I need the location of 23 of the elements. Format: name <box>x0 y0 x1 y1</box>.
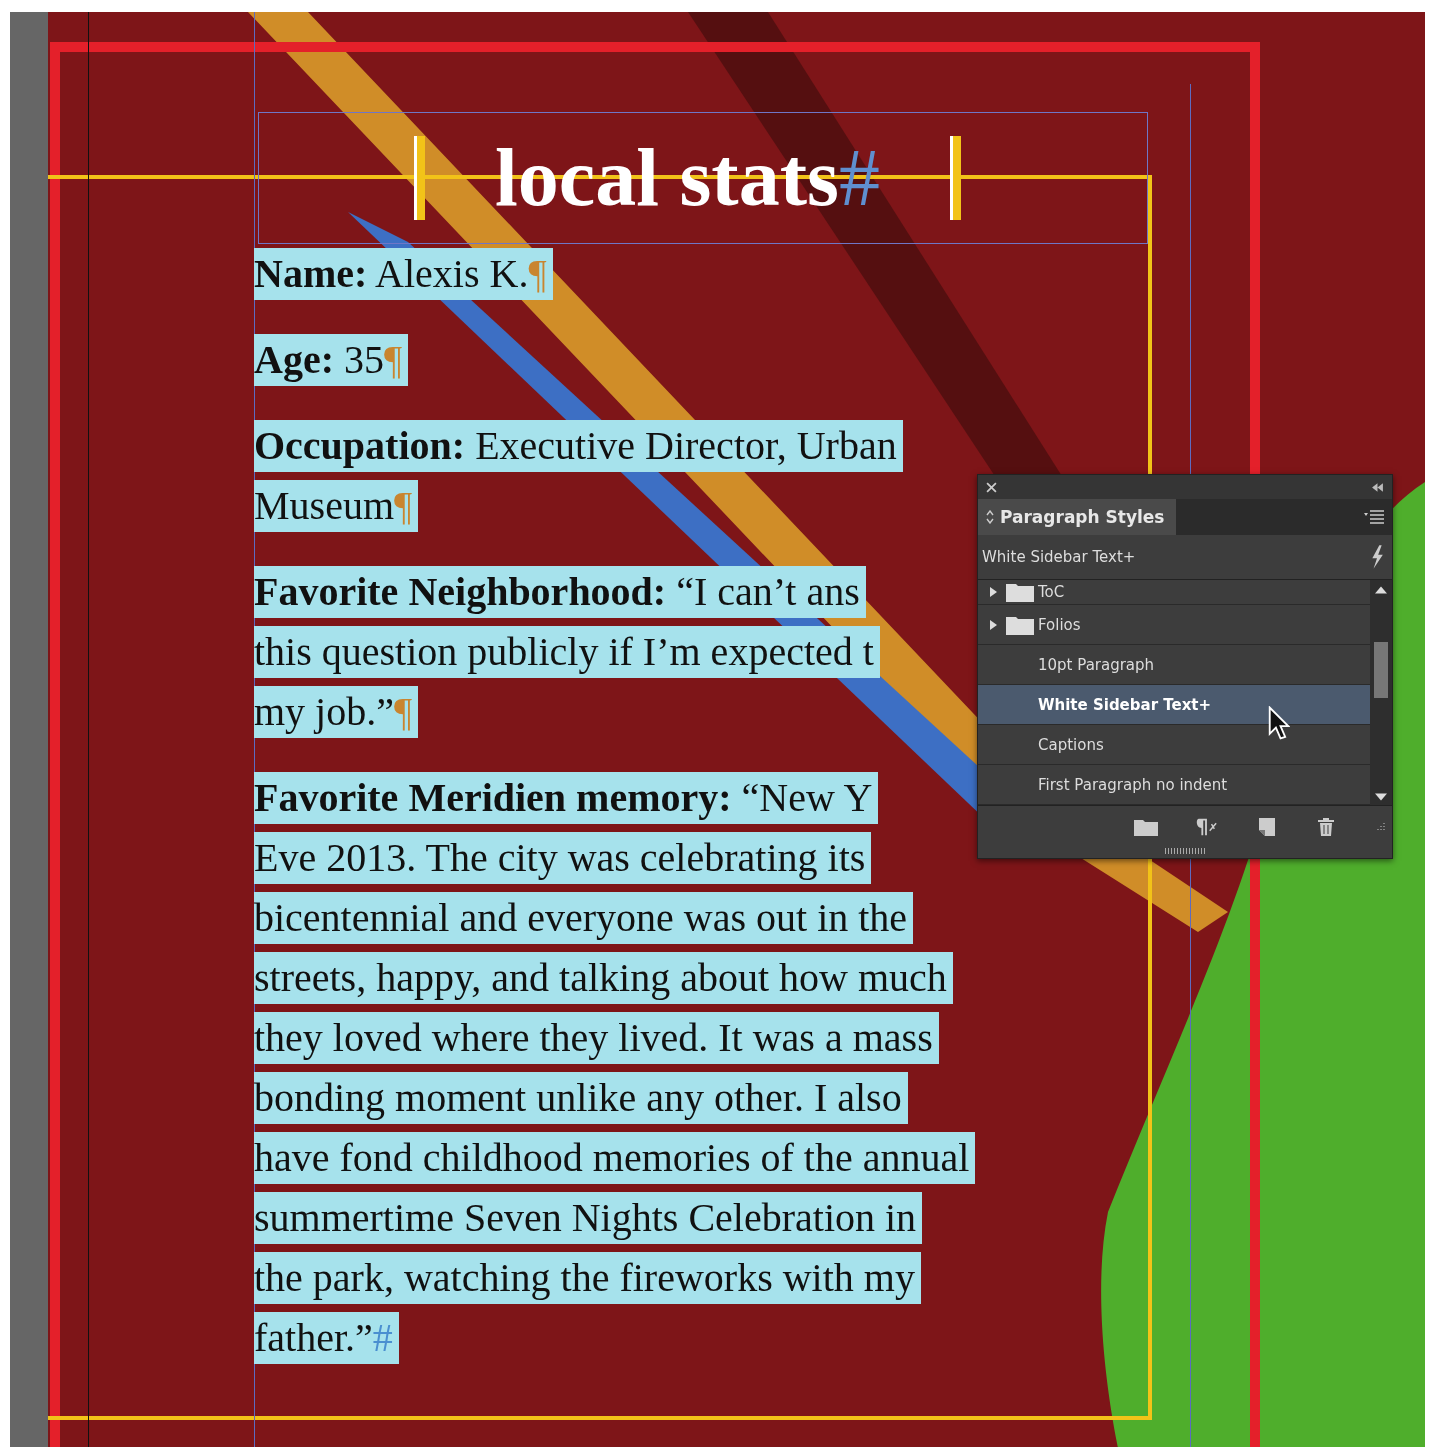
panel-menu-icon[interactable] <box>1364 510 1384 524</box>
panel-tab[interactable]: Paragraph Styles <box>978 499 1177 535</box>
pilcrow-icon[interactable] <box>1194 817 1218 837</box>
lightning-icon[interactable] <box>1370 545 1384 569</box>
disclosure-triangle-icon[interactable] <box>988 586 998 598</box>
up-down-arrows-icon <box>986 510 994 524</box>
folder-icon[interactable] <box>1134 817 1158 837</box>
style-list-item[interactable]: Folios <box>978 605 1370 645</box>
resize-grip-icon[interactable] <box>1374 821 1386 833</box>
style-list-item[interactable]: ToC <box>978 580 1370 605</box>
style-list-item[interactable]: White Sidebar Text+ <box>978 685 1370 725</box>
folder-icon <box>1006 614 1034 635</box>
mouse-pointer-icon <box>1268 706 1290 740</box>
close-icon[interactable] <box>986 481 997 493</box>
scrollbar-thumb[interactable] <box>1374 642 1388 698</box>
scroll-up-icon[interactable] <box>1375 586 1387 594</box>
collapse-icon[interactable] <box>1371 482 1384 492</box>
current-style-label: White Sidebar Text+ <box>982 548 1136 566</box>
style-list-item[interactable]: First Paragraph no indent <box>978 765 1370 805</box>
folder-icon <box>1006 582 1034 602</box>
scroll-down-icon[interactable] <box>1375 793 1387 801</box>
disclosure-triangle-icon[interactable] <box>988 618 998 631</box>
scrollbar[interactable] <box>1370 580 1392 805</box>
